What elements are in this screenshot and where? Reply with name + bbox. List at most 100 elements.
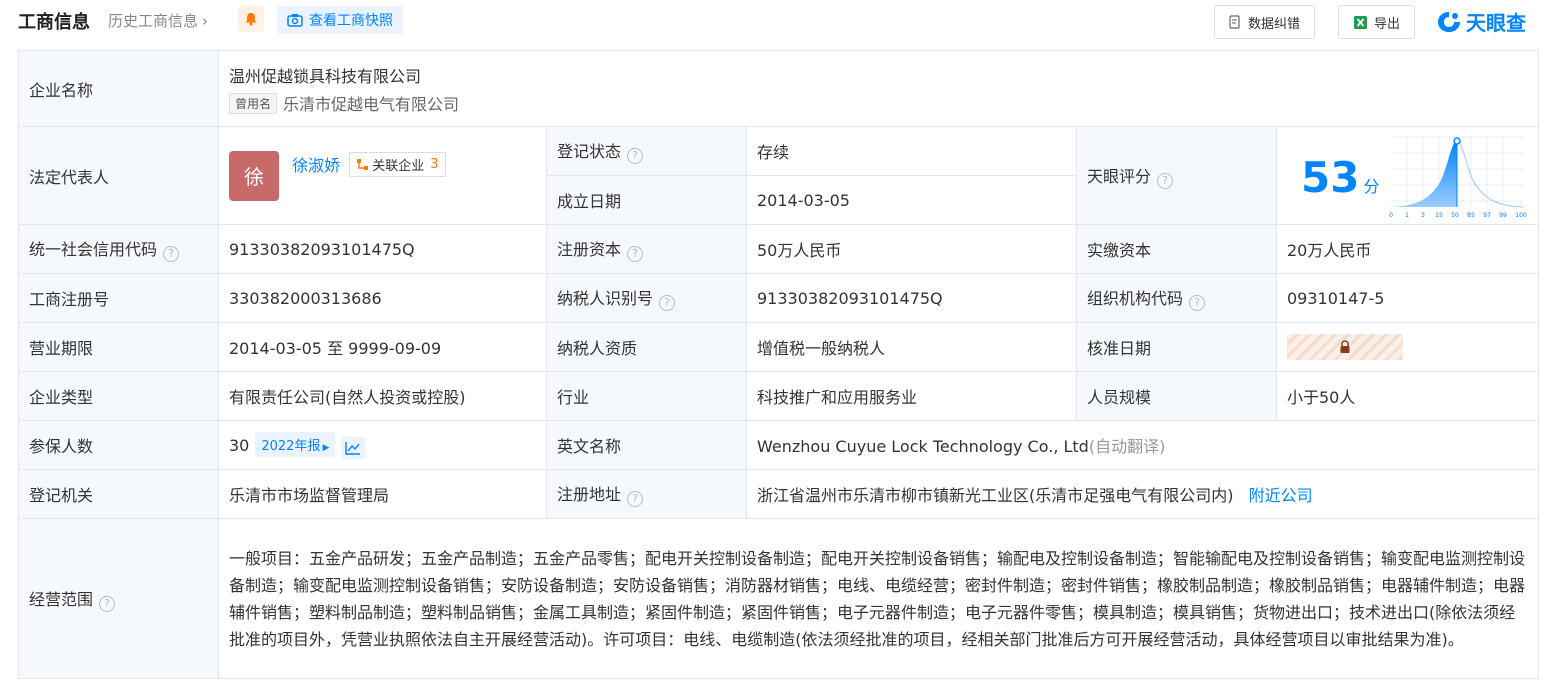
english-name-label: 英文名称 — [546, 420, 747, 470]
help-icon[interactable]: ? — [627, 491, 644, 507]
staff-size-value: 小于50人 — [1275, 371, 1540, 421]
section-header: 工商信息 历史工商信息 › 查看工商快照 数据纠错 导出 天眼查 — [0, 0, 1557, 44]
taxpayer-qual-label: 纳税人资质 — [546, 322, 747, 372]
reg-no-value: 330382000313686 — [218, 273, 547, 323]
industry-label: 行业 — [546, 371, 747, 421]
help-icon[interactable]: ? — [163, 246, 180, 262]
help-icon[interactable]: ? — [627, 148, 644, 164]
related-companies-button[interactable]: 关联企业 3 — [349, 152, 446, 177]
line-chart-icon — [345, 441, 361, 455]
insured-value: 30 — [229, 435, 250, 455]
help-icon[interactable]: ? — [99, 595, 116, 612]
score-axis-tick: 97 — [1483, 212, 1491, 219]
table-row: 营业期限 2014-03-05 至 9999-09-09 纳税人资质 增值税一般… — [18, 322, 1540, 372]
help-icon[interactable]: ? — [627, 246, 644, 262]
chevron-right-icon: › — [202, 11, 209, 30]
annual-report-year-button[interactable]: 2022年报 ▶ — [255, 431, 336, 457]
address-label: 注册地址 — [557, 485, 622, 504]
help-icon[interactable]: ? — [1157, 172, 1174, 189]
address-value: 浙江省温州市乐清市柳市镇新光工业区(乐清市足强电气有限公司内) — [757, 486, 1234, 505]
trend-chart-button[interactable] — [341, 436, 366, 459]
status-label-cell: 登记状态? — [546, 126, 747, 176]
help-icon[interactable]: ? — [659, 295, 676, 311]
business-scope-value: 一般项目：五金产品研发；五金产品制造；五金产品零售；配电开关控制设备制造；配电开… — [217, 518, 1540, 679]
score-label-cell: 天眼评分? — [1076, 126, 1277, 225]
former-name-tag: 曾用名 — [229, 92, 278, 114]
taxpayer-id-label-cell: 纳税人识别号? — [546, 273, 747, 323]
company-type-value: 有限责任公司(自然人投资或控股) — [218, 371, 547, 421]
table-row: 企业名称 温州促越锁具科技有限公司 曾用名 乐清市促越电气有限公司 — [18, 50, 1540, 127]
bell-icon — [245, 13, 257, 26]
score-cell[interactable]: 53 分 0 1 3 15 50 85 97 99 100 — [1275, 126, 1540, 225]
status-label: 登记状态 — [557, 142, 622, 161]
logo-icon — [1438, 11, 1460, 32]
legal-rep-label: 法定代表人 — [18, 126, 219, 225]
document-edit-icon — [1229, 15, 1240, 29]
score-axis-tick: 15 — [1435, 212, 1443, 219]
score-axis-tick: 99 — [1499, 212, 1507, 219]
lock-icon — [1340, 340, 1350, 353]
company-type-label: 企业类型 — [18, 371, 219, 421]
related-label: 关联企业 — [372, 159, 425, 174]
data-correct-label: 数据纠错 — [1248, 16, 1301, 32]
english-name-cell: Wenzhou Cuyue Lock Technology Co., Ltd(自… — [745, 420, 1540, 470]
history-link[interactable]: 历史工商信息 › — [108, 10, 208, 31]
org-code-label: 组织机构代码 — [1087, 289, 1184, 308]
insured-label: 参保人数 — [18, 420, 219, 470]
caret-right-icon: ▶ — [322, 442, 330, 453]
established-label: 成立日期 — [546, 175, 747, 225]
insured-cell: 30 2022年报 ▶ — [218, 420, 547, 470]
authority-value: 乐清市市场监督管理局 — [218, 469, 547, 519]
former-name-row: 曾用名 乐清市促越电气有限公司 — [229, 91, 1528, 115]
score-axis-tick: 1 — [1405, 212, 1409, 219]
industry-value: 科技推广和应用服务业 — [746, 371, 1077, 421]
nearby-companies-link[interactable]: 附近公司 — [1249, 486, 1313, 505]
history-label: 历史工商信息 — [108, 12, 199, 30]
term-value: 2014-03-05 至 9999-09-09 — [218, 322, 547, 372]
address-label-cell: 注册地址? — [546, 469, 747, 519]
table-row: 工商注册号 330382000313686 纳税人识别号? 9133038209… — [18, 273, 1540, 323]
scope-label-cell: 经营范围? — [18, 518, 219, 679]
taxpayer-qual-value: 增值税一般纳税人 — [746, 322, 1077, 372]
legal-rep-cell: 徐 徐淑娇 关联企业 3 — [218, 126, 547, 225]
snapshot-label: 查看工商快照 — [309, 13, 393, 29]
authority-label: 登记机关 — [18, 469, 219, 519]
network-icon — [357, 159, 369, 170]
section-title: 工商信息 — [18, 12, 90, 33]
reg-capital-label: 注册资本 — [557, 240, 622, 259]
company-name-cell: 温州促越锁具科技有限公司 曾用名 乐清市促越电气有限公司 — [217, 50, 1540, 127]
tianyancha-logo: 天眼查 — [1436, 7, 1526, 36]
legal-rep-name[interactable]: 徐淑娇 — [292, 156, 340, 175]
score-axis-tick: 50 — [1451, 212, 1459, 219]
monitor-bell-button[interactable] — [238, 6, 264, 32]
credit-code-label-cell: 统一社会信用代码? — [18, 224, 219, 274]
reg-capital-value: 50万人民币 — [746, 224, 1077, 274]
org-code-label-cell: 组织机构代码? — [1076, 273, 1277, 323]
former-name: 乐清市促越电气有限公司 — [283, 94, 460, 114]
term-label: 营业期限 — [18, 322, 219, 372]
company-name: 温州促越锁具科技有限公司 — [229, 66, 422, 86]
address-cell: 浙江省温州市乐清市柳市镇新光工业区(乐清市足强电气有限公司内) 附近公司 — [745, 469, 1540, 519]
score-axis-tick: 3 — [1421, 212, 1425, 219]
reg-no-label: 工商注册号 — [18, 273, 219, 323]
score-value: 53 — [1301, 153, 1360, 202]
credit-code-label: 统一社会信用代码 — [29, 240, 158, 259]
export-button[interactable]: 导出 — [1338, 5, 1416, 39]
score-label: 天眼评分 — [1087, 166, 1152, 186]
score-unit: 分 — [1363, 177, 1380, 196]
avatar[interactable]: 徐 — [229, 150, 279, 201]
score-axis-tick: 85 — [1467, 212, 1475, 219]
help-icon[interactable]: ? — [1189, 295, 1206, 311]
table-row: 企业类型 有限责任公司(自然人投资或控股) 行业 科技推广和应用服务业 人员规模… — [18, 371, 1540, 421]
taxpayer-id-value: 91330382093101475Q — [746, 273, 1077, 323]
locked-value-button[interactable] — [1287, 334, 1403, 360]
data-correct-button[interactable]: 数据纠错 — [1214, 5, 1316, 39]
annual-report-year: 2022年报 — [261, 438, 321, 454]
staff-size-label: 人员规模 — [1076, 371, 1277, 421]
reg-capital-label-cell: 注册资本? — [546, 224, 747, 274]
score-axis-tick: 100 — [1515, 212, 1527, 219]
score-axis-tick: 0 — [1389, 212, 1393, 219]
score-display: 53 分 — [1301, 153, 1379, 202]
paid-capital-value: 20万人民币 — [1275, 224, 1540, 274]
snapshot-button[interactable]: 查看工商快照 — [277, 6, 403, 34]
